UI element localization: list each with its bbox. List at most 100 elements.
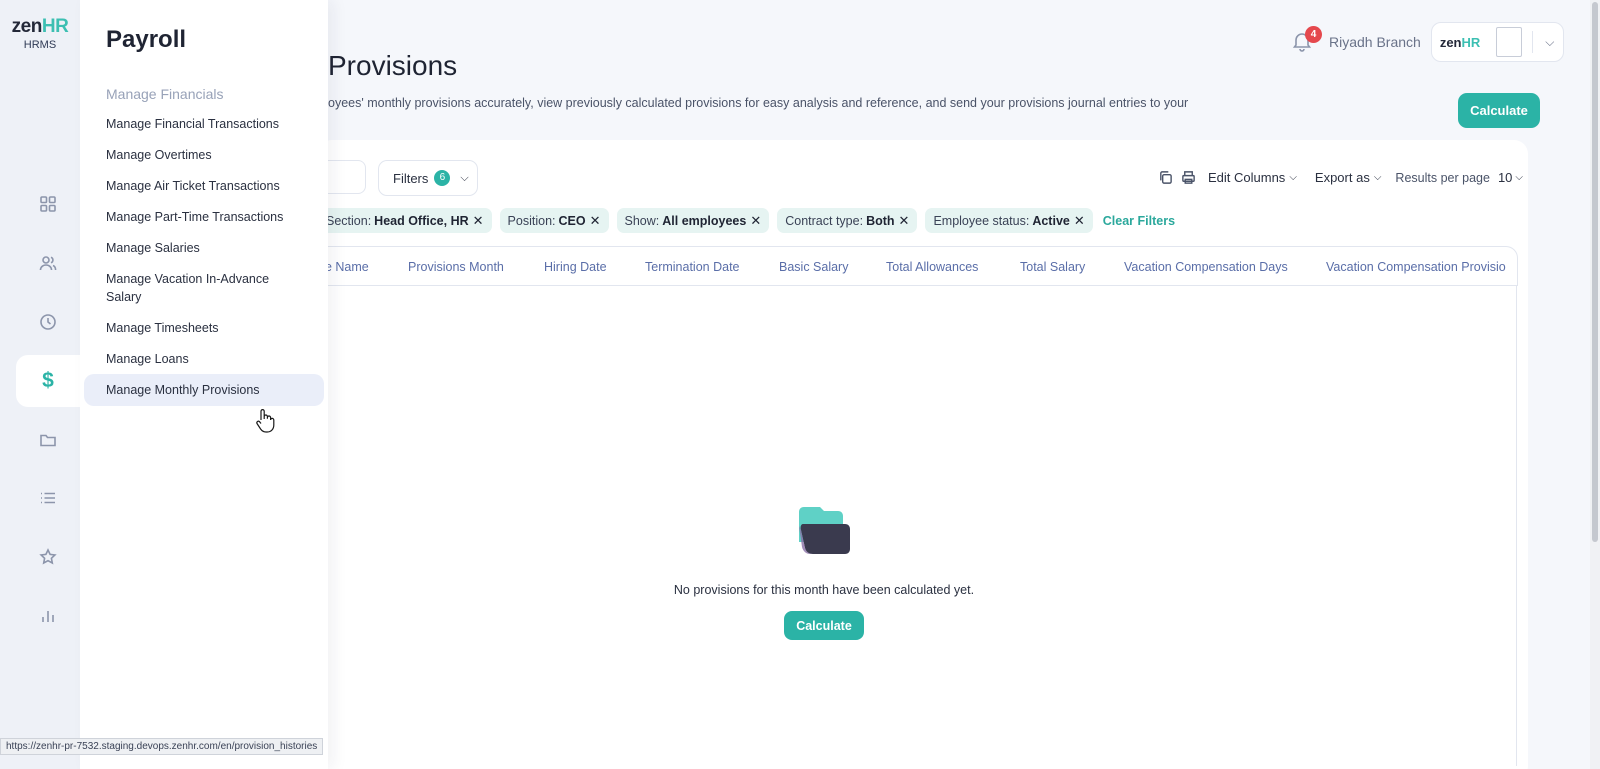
chip-key: Position:	[507, 213, 556, 228]
copy-icon[interactable]	[1158, 170, 1173, 185]
chevron-down-icon: ⌵	[1289, 172, 1297, 183]
table-header: ee Name Provisions Month Hiring Date Ter…	[318, 246, 1518, 286]
browser-status-url: https://zenhr-pr-7532.staging.devops.zen…	[0, 738, 324, 755]
header-right: 4 Riyadh Branch zenHR ⌵	[1291, 22, 1564, 62]
column-header-hiring-date[interactable]: Hiring Date	[544, 260, 607, 274]
chip-key: Employee status:	[933, 213, 1030, 228]
menu-item-loans[interactable]: Manage Loans	[84, 350, 324, 368]
empty-folder-illustration	[799, 507, 850, 554]
table-toolbar: Edit Columns ⌵ Export as ⌵ Results per p…	[1158, 170, 1523, 185]
active-filter-chips: Section: Head Office, HR ✕ Position: CEO ✕ S…	[318, 208, 1175, 233]
print-icon[interactable]	[1181, 170, 1196, 185]
filters-button[interactable]: Filters 6 ⌵	[378, 160, 478, 196]
close-icon[interactable]: ✕	[473, 213, 484, 229]
filter-chip-section: Section: Head Office, HR ✕	[318, 208, 492, 233]
zenhr-logo[interactable]: zenHR HRMS	[0, 16, 80, 51]
clear-filters-link[interactable]: Clear Filters	[1103, 214, 1175, 228]
menu-item-financial-transactions[interactable]: Manage Financial Transactions	[84, 115, 324, 133]
divider	[1532, 31, 1534, 53]
content-card	[318, 140, 1528, 769]
logo-text: zen	[11, 16, 43, 37]
company-logo-hr: HR	[1461, 34, 1481, 50]
rail-people[interactable]	[16, 237, 80, 289]
column-header-total-salary[interactable]: Total Salary	[1020, 260, 1085, 274]
chip-key: Section:	[326, 213, 372, 228]
chip-key: Contract type:	[785, 213, 864, 228]
dollar-icon: $	[42, 369, 54, 392]
column-header-vacation-compensation-days[interactable]: Vacation Compensation Days	[1124, 260, 1288, 274]
rail-dashboard[interactable]	[16, 178, 80, 230]
rail-payroll[interactable]: $	[16, 355, 80, 407]
menu-item-overtimes[interactable]: Manage Overtimes	[84, 146, 324, 164]
rail-favorites[interactable]	[16, 531, 80, 583]
notification-count-badge: 4	[1305, 26, 1322, 43]
filters-count-badge: 6	[434, 170, 451, 186]
column-header-vacation-compensation-provision[interactable]: Vacation Compensation Provisio	[1326, 260, 1506, 274]
empty-state-calculate-button[interactable]: Calculate	[784, 611, 864, 640]
menu-item-monthly-provisions[interactable]: Manage Monthly Provisions	[84, 374, 324, 406]
filters-label: Filters	[393, 170, 429, 186]
menu-item-part-time-transactions[interactable]: Manage Part-Time Transactions	[84, 208, 324, 226]
logo-hr-text: HR	[41, 16, 69, 37]
rail-time[interactable]	[16, 296, 80, 348]
page-description: oyees' monthly provisions accurately, vi…	[328, 96, 1189, 110]
chip-value: All employees	[662, 213, 747, 228]
main-content: Provisions oyees' monthly provisions acc…	[318, 0, 1600, 769]
column-header-total-allowances[interactable]: Total Allowances	[886, 260, 978, 274]
people-icon	[39, 256, 57, 271]
chip-value: CEO	[558, 213, 586, 228]
chevron-down-icon: ⌵	[1373, 172, 1382, 183]
product-name: HRMS	[23, 39, 57, 51]
company-logo: zenHR	[1440, 35, 1480, 50]
hand-cursor-icon	[256, 409, 275, 433]
menu-item-air-ticket-transactions[interactable]: Manage Air Ticket Transactions	[84, 177, 324, 195]
chevron-down-icon: ⌵	[1515, 172, 1523, 183]
close-icon[interactable]: ✕	[1074, 213, 1085, 229]
chip-key: Show:	[624, 213, 660, 228]
close-icon[interactable]: ✕	[899, 213, 910, 229]
page-title: Provisions	[328, 50, 458, 81]
notifications-button[interactable]: 4	[1291, 26, 1322, 54]
search-input[interactable]	[328, 160, 366, 194]
clock-icon	[40, 314, 56, 330]
avatar	[1496, 27, 1523, 57]
chevron-down-icon: ⌵	[460, 171, 469, 184]
column-header-provisions-month[interactable]: Provisions Month	[408, 260, 504, 274]
column-header-basic-salary[interactable]: Basic Salary	[779, 260, 848, 274]
filter-chip-contract-type: Contract type: Both ✕	[777, 208, 918, 233]
list-icon	[41, 492, 55, 504]
export-dropdown[interactable]: Export as	[1315, 170, 1370, 185]
folder-icon	[40, 434, 56, 447]
table-border	[1516, 286, 1517, 766]
branch-selector[interactable]: Riyadh Branch	[1329, 34, 1421, 50]
filter-chip-employee-status: Employee status: Active ✕	[925, 208, 1093, 233]
filter-chip-position: Position: CEO ✕	[499, 208, 609, 233]
chip-value: Active	[1032, 213, 1070, 228]
scrollbar-thumb[interactable]	[1592, 2, 1598, 542]
star-icon	[39, 548, 57, 565]
menu-item-salaries[interactable]: Manage Salaries	[84, 239, 324, 257]
filter-chip-show: Show: All employees ✕	[616, 208, 770, 233]
chip-value: Head Office, HR	[374, 213, 469, 228]
dashboard-icon	[40, 196, 56, 212]
rail-documents[interactable]	[16, 414, 80, 466]
page-scrollbar[interactable]	[1590, 0, 1600, 769]
menu-item-timesheets[interactable]: Manage Timesheets	[84, 319, 324, 337]
flyout-section-heading: Manage Financials	[106, 86, 224, 102]
close-icon[interactable]: ✕	[590, 213, 601, 229]
column-header-termination-date[interactable]: Termination Date	[645, 260, 740, 274]
user-menu[interactable]: zenHR ⌵	[1430, 22, 1564, 62]
rail-lists[interactable]	[16, 472, 80, 524]
chevron-down-icon[interactable]: ⌵	[1545, 35, 1554, 50]
empty-state-message: No provisions for this month have been c…	[673, 583, 975, 597]
results-per-page-label: Results per page	[1395, 170, 1490, 185]
close-icon[interactable]: ✕	[750, 213, 761, 229]
company-logo-text: zen	[1439, 34, 1462, 50]
bar-chart-icon	[42, 611, 54, 622]
results-per-page-select[interactable]: 10	[1498, 170, 1512, 185]
edit-columns-dropdown[interactable]: Edit Columns	[1208, 170, 1285, 185]
chip-value: Both	[866, 213, 895, 228]
menu-item-vacation-in-advance-salary[interactable]: Manage Vacation In-Advance Salary	[84, 270, 324, 306]
rail-reports[interactable]	[16, 590, 80, 642]
calculate-button[interactable]: Calculate	[1458, 93, 1540, 128]
